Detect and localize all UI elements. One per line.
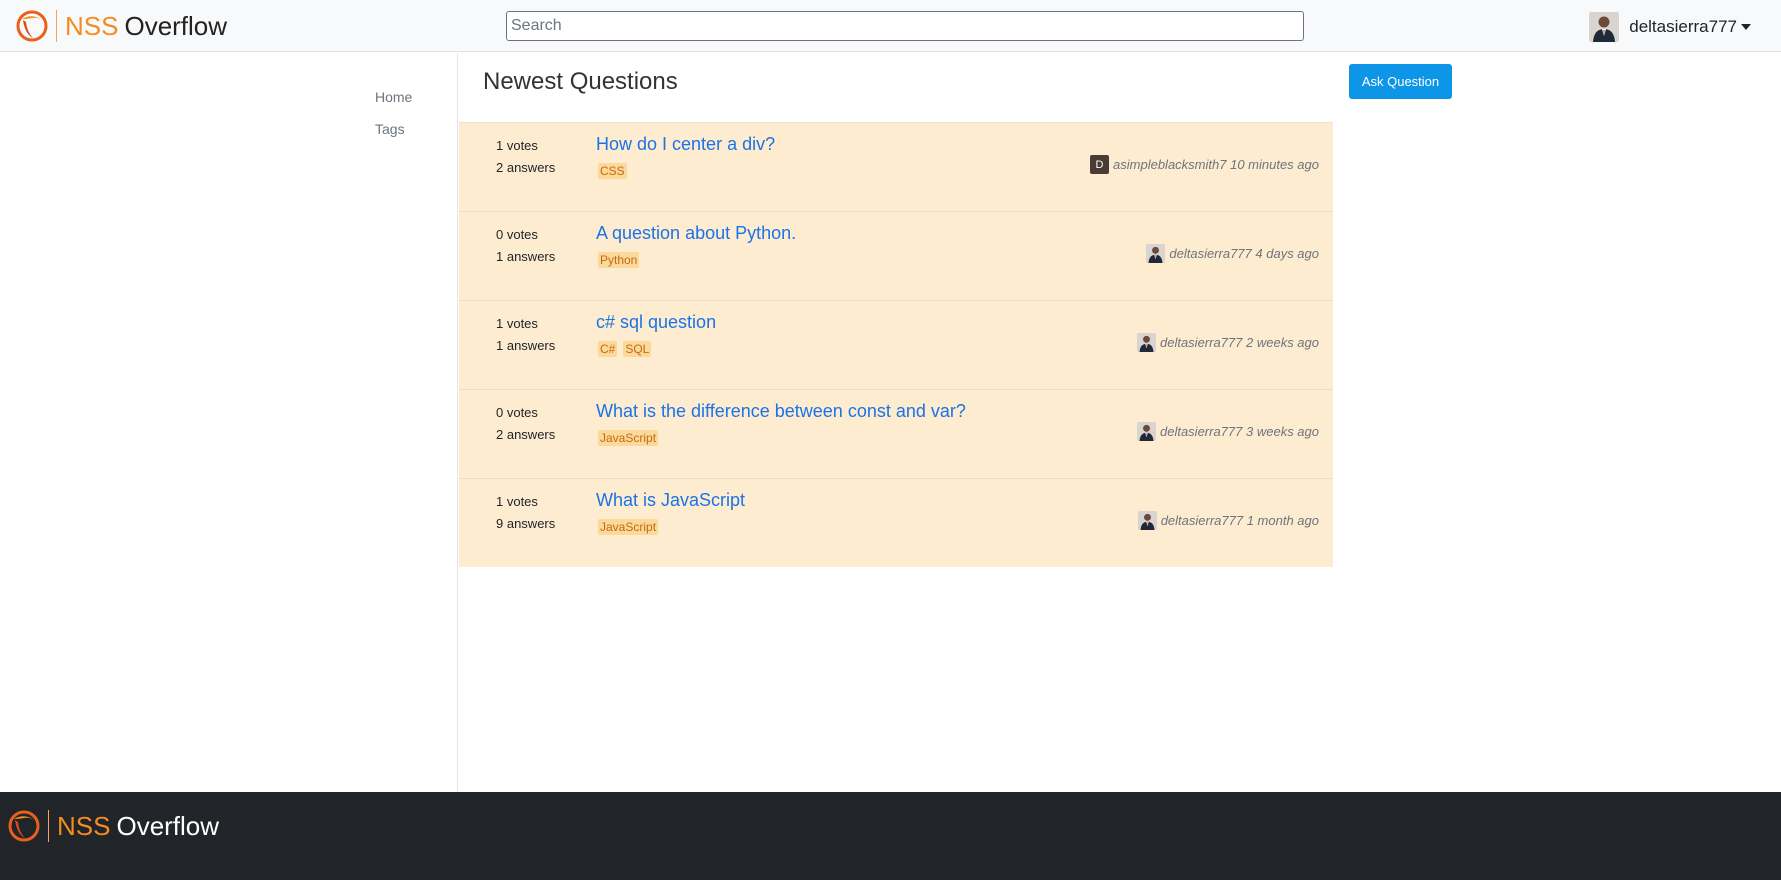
question-title-link[interactable]: A question about Python. — [596, 223, 796, 244]
user-name: deltasierra777 — [1629, 17, 1737, 36]
answer-count: 2 answers — [496, 160, 556, 175]
question-tags: CSS — [598, 163, 627, 179]
brand-logo-link[interactable]: NSS Overflow — [16, 9, 227, 43]
question-tags: Python — [598, 252, 640, 268]
question-meta: deltasierra777 1 month ago — [1138, 511, 1319, 530]
answer-count: 9 answers — [496, 516, 556, 531]
question-list: 1 votes 2 answers How do I center a div?… — [459, 122, 1333, 567]
vote-count: 1 votes — [496, 494, 538, 509]
question-tags: C# SQL — [598, 341, 652, 357]
question-row: 1 votes 9 answers What is JavaScript Jav… — [459, 478, 1333, 567]
answer-count: 1 answers — [496, 249, 556, 264]
author-avatar-icon — [1146, 244, 1165, 263]
tag-badge[interactable]: C# — [598, 341, 618, 357]
nss-logo-icon — [8, 810, 40, 842]
brand-secondary: Overflow — [124, 11, 228, 41]
brand-primary: NSS — [65, 11, 119, 41]
posted-time: 10 minutes ago — [1230, 157, 1319, 172]
question-stats: 1 votes 2 answers — [496, 135, 555, 179]
question-row: 1 votes 2 answers How do I center a div?… — [459, 122, 1333, 211]
author-avatar-icon — [1137, 422, 1156, 441]
question-meta: deltasierra777 3 weeks ago — [1137, 422, 1319, 441]
author-name: deltasierra777 — [1160, 513, 1244, 528]
question-meta: deltasierra777 2 weeks ago — [1137, 333, 1319, 352]
tag-badge[interactable]: CSS — [598, 163, 627, 179]
footer-brand-text: NSS Overflow — [57, 810, 219, 842]
question-title-link[interactable]: c# sql question — [596, 312, 716, 333]
question-title-link[interactable]: What is JavaScript — [596, 490, 745, 511]
vote-count: 1 votes — [496, 138, 538, 153]
question-title-link[interactable]: How do I center a div? — [596, 134, 775, 155]
tag-badge[interactable]: JavaScript — [598, 430, 659, 446]
question-row: 0 votes 1 answers A question about Pytho… — [459, 211, 1333, 300]
question-stats: 0 votes 2 answers — [496, 402, 555, 446]
author-name: asimpleblacksmith7 — [1113, 157, 1227, 172]
sidebar-item-home[interactable]: Home — [375, 89, 412, 105]
question-row: 1 votes 1 answers c# sql question C# SQL… — [459, 300, 1333, 389]
author-avatar-icon: D — [1090, 155, 1110, 174]
question-tags: JavaScript — [598, 430, 659, 446]
tag-badge[interactable]: SQL — [623, 341, 652, 357]
question-stats: 1 votes 9 answers — [496, 491, 555, 535]
question-tags: JavaScript — [598, 519, 659, 535]
top-navbar: NSSOverflow deltasierra777 — [0, 0, 1781, 52]
vote-count: 0 votes — [496, 405, 538, 420]
nss-logo-icon — [16, 10, 48, 42]
search-input[interactable] — [506, 11, 1304, 41]
posted-time: 2 weeks ago — [1246, 335, 1319, 350]
question-meta: deltasierra777 4 days ago — [1146, 244, 1319, 263]
answer-count: 1 answers — [496, 338, 556, 353]
sidebar-item-tags[interactable]: Tags — [375, 121, 405, 137]
brand-primary: NSS — [57, 811, 111, 841]
brand-divider — [48, 810, 49, 842]
answer-count: 2 answers — [496, 427, 556, 442]
question-title-link[interactable]: What is the difference between const and… — [596, 401, 966, 422]
tag-badge[interactable]: Python — [598, 252, 640, 268]
user-menu-dropdown[interactable]: deltasierra777 — [1589, 12, 1751, 42]
question-stats: 0 votes 1 answers — [496, 224, 555, 268]
question-meta: D asimpleblacksmith7 10 minutes ago — [1090, 155, 1319, 174]
footer-brand-logo: NSS Overflow — [8, 809, 219, 843]
author-name: deltasierra777 — [1159, 335, 1243, 350]
footer: NSS Overflow — [0, 792, 1781, 880]
brand-text: NSS Overflow — [65, 10, 227, 42]
caret-down-icon — [1741, 24, 1751, 30]
question-row: 0 votes 2 answers What is the difference… — [459, 389, 1333, 478]
tag-badge[interactable]: JavaScript — [598, 519, 659, 535]
page-title: Newest Questions — [483, 68, 678, 95]
author-avatar-icon — [1138, 511, 1157, 530]
author-name: deltasierra777 — [1159, 424, 1243, 439]
author-name: deltasierra777 — [1169, 246, 1252, 261]
user-avatar-icon — [1589, 12, 1619, 42]
ask-question-button[interactable]: Ask Question — [1349, 64, 1452, 99]
brand-secondary: Overflow — [116, 811, 220, 841]
question-stats: 1 votes 1 answers — [496, 313, 555, 357]
posted-time: 4 days ago — [1255, 246, 1319, 261]
brand-divider — [56, 10, 57, 42]
vote-count: 0 votes — [496, 227, 538, 242]
posted-time: 1 month ago — [1246, 513, 1319, 528]
sidebar: Home Tags — [0, 53, 458, 792]
author-avatar-icon — [1137, 333, 1156, 352]
vote-count: 1 votes — [496, 316, 538, 331]
posted-time: 3 weeks ago — [1246, 424, 1319, 439]
